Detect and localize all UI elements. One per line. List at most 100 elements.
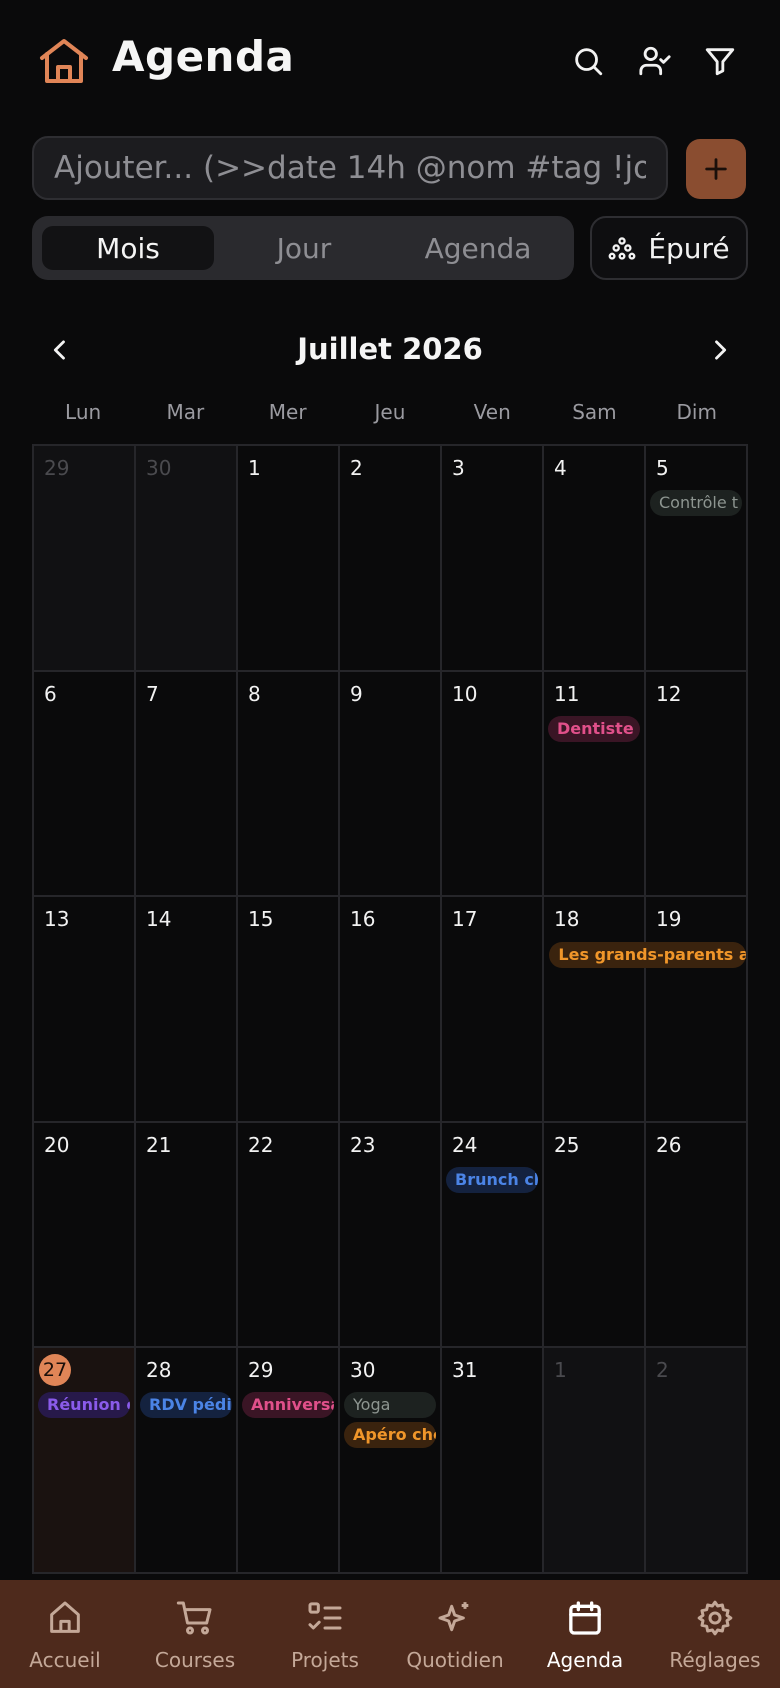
- calendar-day-cell[interactable]: 22: [238, 1122, 340, 1349]
- day-number: 25: [554, 1132, 580, 1157]
- calendar-day-cell[interactable]: 19: [646, 897, 748, 1123]
- calendar-day-cell[interactable]: 28 RDV pédia: [136, 1348, 238, 1574]
- day-number: 18: [554, 907, 580, 932]
- calendar-day-cell[interactable]: 24 Brunch ch: [442, 1122, 544, 1349]
- calendar-day-cell[interactable]: 5 Contrôle t: [646, 446, 748, 672]
- filter-icon[interactable]: [695, 36, 745, 86]
- event-chip[interactable]: Réunion cı: [38, 1392, 130, 1419]
- day-number: 9: [350, 681, 363, 706]
- nav-label: Projets: [291, 1648, 359, 1672]
- calendar-day-cell[interactable]: 17: [442, 897, 544, 1123]
- sparkles-icon: [438, 1602, 469, 1632]
- calendar-day-cell[interactable]: 13: [34, 897, 136, 1123]
- event-chip[interactable]: Brunch ch: [446, 1166, 538, 1193]
- chevron-right-icon[interactable]: [700, 330, 740, 370]
- nav-label: Quotidien: [406, 1648, 504, 1672]
- calendar-day-cell[interactable]: 7: [136, 671, 238, 898]
- day-number: 15: [248, 907, 274, 932]
- calendar-day-cell[interactable]: 25: [544, 1122, 646, 1349]
- event-chip[interactable]: Dentiste C: [548, 715, 640, 742]
- day-number: 24: [452, 1132, 478, 1157]
- event-chip[interactable]: Apéro che: [344, 1422, 436, 1449]
- calendar-day-cell[interactable]: 18: [544, 897, 646, 1123]
- calendar-day-cell[interactable]: 9: [340, 671, 442, 898]
- calendar-day-cell[interactable]: 27 Réunion cı: [34, 1348, 136, 1574]
- add-button[interactable]: [686, 139, 746, 199]
- weekday-label: Ven: [473, 400, 511, 424]
- day-number: 30: [350, 1358, 376, 1383]
- calendar-day-cell[interactable]: 16: [340, 897, 442, 1123]
- checklist-icon: [308, 1602, 342, 1630]
- cart-icon: [176, 1601, 212, 1635]
- weekday-label: Sam: [572, 400, 617, 424]
- calendar-day-cell[interactable]: 11 Dentiste C: [544, 671, 646, 898]
- plus-icon: [705, 158, 727, 180]
- day-number: 31: [452, 1358, 478, 1383]
- day-number: 8: [248, 681, 261, 706]
- day-number: 7: [146, 681, 159, 706]
- epure-button[interactable]: Épuré: [590, 216, 748, 280]
- nav-label: Courses: [154, 1648, 236, 1672]
- tab-jour[interactable]: Jour: [218, 226, 390, 270]
- calendar-day-cell[interactable]: 23: [340, 1122, 442, 1349]
- day-number: 29: [248, 1358, 274, 1383]
- weekday-label: Mer: [268, 400, 307, 424]
- event-chip[interactable]: Yoga: [344, 1392, 436, 1419]
- calendar-day-cell[interactable]: 20: [34, 1122, 136, 1349]
- day-number: 10: [452, 681, 478, 706]
- nav-projets[interactable]: Projets: [260, 1580, 390, 1688]
- calendar-grid: 293012345Contrôle t67891011Dentiste C121…: [32, 444, 748, 1574]
- header: Agenda: [0, 0, 780, 120]
- calendar-day-cell[interactable]: 30: [136, 446, 238, 672]
- nav-agenda[interactable]: Agenda: [520, 1580, 650, 1688]
- calendar-day-cell[interactable]: 10: [442, 671, 544, 898]
- day-number: 30: [146, 456, 172, 480]
- calendar-day-cell[interactable]: 21: [136, 1122, 238, 1349]
- day-number: 20: [44, 1132, 70, 1157]
- nav-courses[interactable]: Courses: [130, 1580, 260, 1688]
- nav-label: Réglages: [669, 1648, 761, 1672]
- calendar-day-cell[interactable]: 2: [646, 1348, 748, 1574]
- day-number: 16: [350, 907, 376, 932]
- day-number: 11: [554, 681, 580, 706]
- calendar-day-cell[interactable]: 2: [340, 446, 442, 672]
- day-number: 1: [248, 456, 261, 480]
- calendar-day-cell[interactable]: 8: [238, 671, 340, 898]
- day-number: 26: [656, 1132, 682, 1157]
- calendar-day-cell[interactable]: 6: [34, 671, 136, 898]
- bottom-navigation: Accueil Courses Projets Quotidien Agenda: [0, 1580, 780, 1688]
- calendar-day-cell[interactable]: 30 Yoga Apéro che: [340, 1348, 442, 1574]
- day-number: 4: [554, 456, 567, 480]
- home-icon[interactable]: [36, 36, 92, 86]
- calendar-day-cell[interactable]: 12: [646, 671, 748, 898]
- calendar-icon: [569, 1601, 601, 1635]
- calendar-day-cell[interactable]: 29: [34, 446, 136, 672]
- event-chip[interactable]: RDV pédia: [140, 1392, 232, 1419]
- nav-quotidien[interactable]: Quotidien: [390, 1580, 520, 1688]
- page-title: Agenda: [112, 32, 295, 81]
- weekday-label: Dim: [676, 400, 717, 424]
- calendar-day-cell[interactable]: 14: [136, 897, 238, 1123]
- tab-mois[interactable]: Mois: [42, 226, 214, 270]
- add-event-input[interactable]: [32, 136, 668, 200]
- home-icon: [50, 1601, 80, 1633]
- day-number: 6: [44, 681, 57, 706]
- weekday-header: Lun Mar Mer Jeu Ven Sam Dim: [32, 400, 748, 430]
- calendar-day-cell[interactable]: 4: [544, 446, 646, 672]
- user-check-icon[interactable]: [630, 36, 680, 86]
- event-chip-multiday[interactable]: Les grands-parents ar: [549, 942, 746, 968]
- calendar-day-cell[interactable]: 31: [442, 1348, 544, 1574]
- search-icon[interactable]: [563, 36, 613, 86]
- calendar-day-cell[interactable]: 3: [442, 446, 544, 672]
- nav-reglages[interactable]: Réglages: [650, 1580, 780, 1688]
- nav-accueil[interactable]: Accueil: [0, 1580, 130, 1688]
- view-switcher: Mois Jour Agenda: [32, 216, 574, 280]
- calendar-day-cell[interactable]: 1: [544, 1348, 646, 1574]
- event-chip[interactable]: Contrôle t: [650, 490, 742, 516]
- calendar-day-cell[interactable]: 29 Anniversai: [238, 1348, 340, 1574]
- calendar-day-cell[interactable]: 1: [238, 446, 340, 672]
- calendar-day-cell[interactable]: 15: [238, 897, 340, 1123]
- tab-agenda[interactable]: Agenda: [392, 226, 564, 270]
- event-chip[interactable]: Anniversai: [242, 1392, 334, 1419]
- calendar-day-cell[interactable]: 26: [646, 1122, 748, 1349]
